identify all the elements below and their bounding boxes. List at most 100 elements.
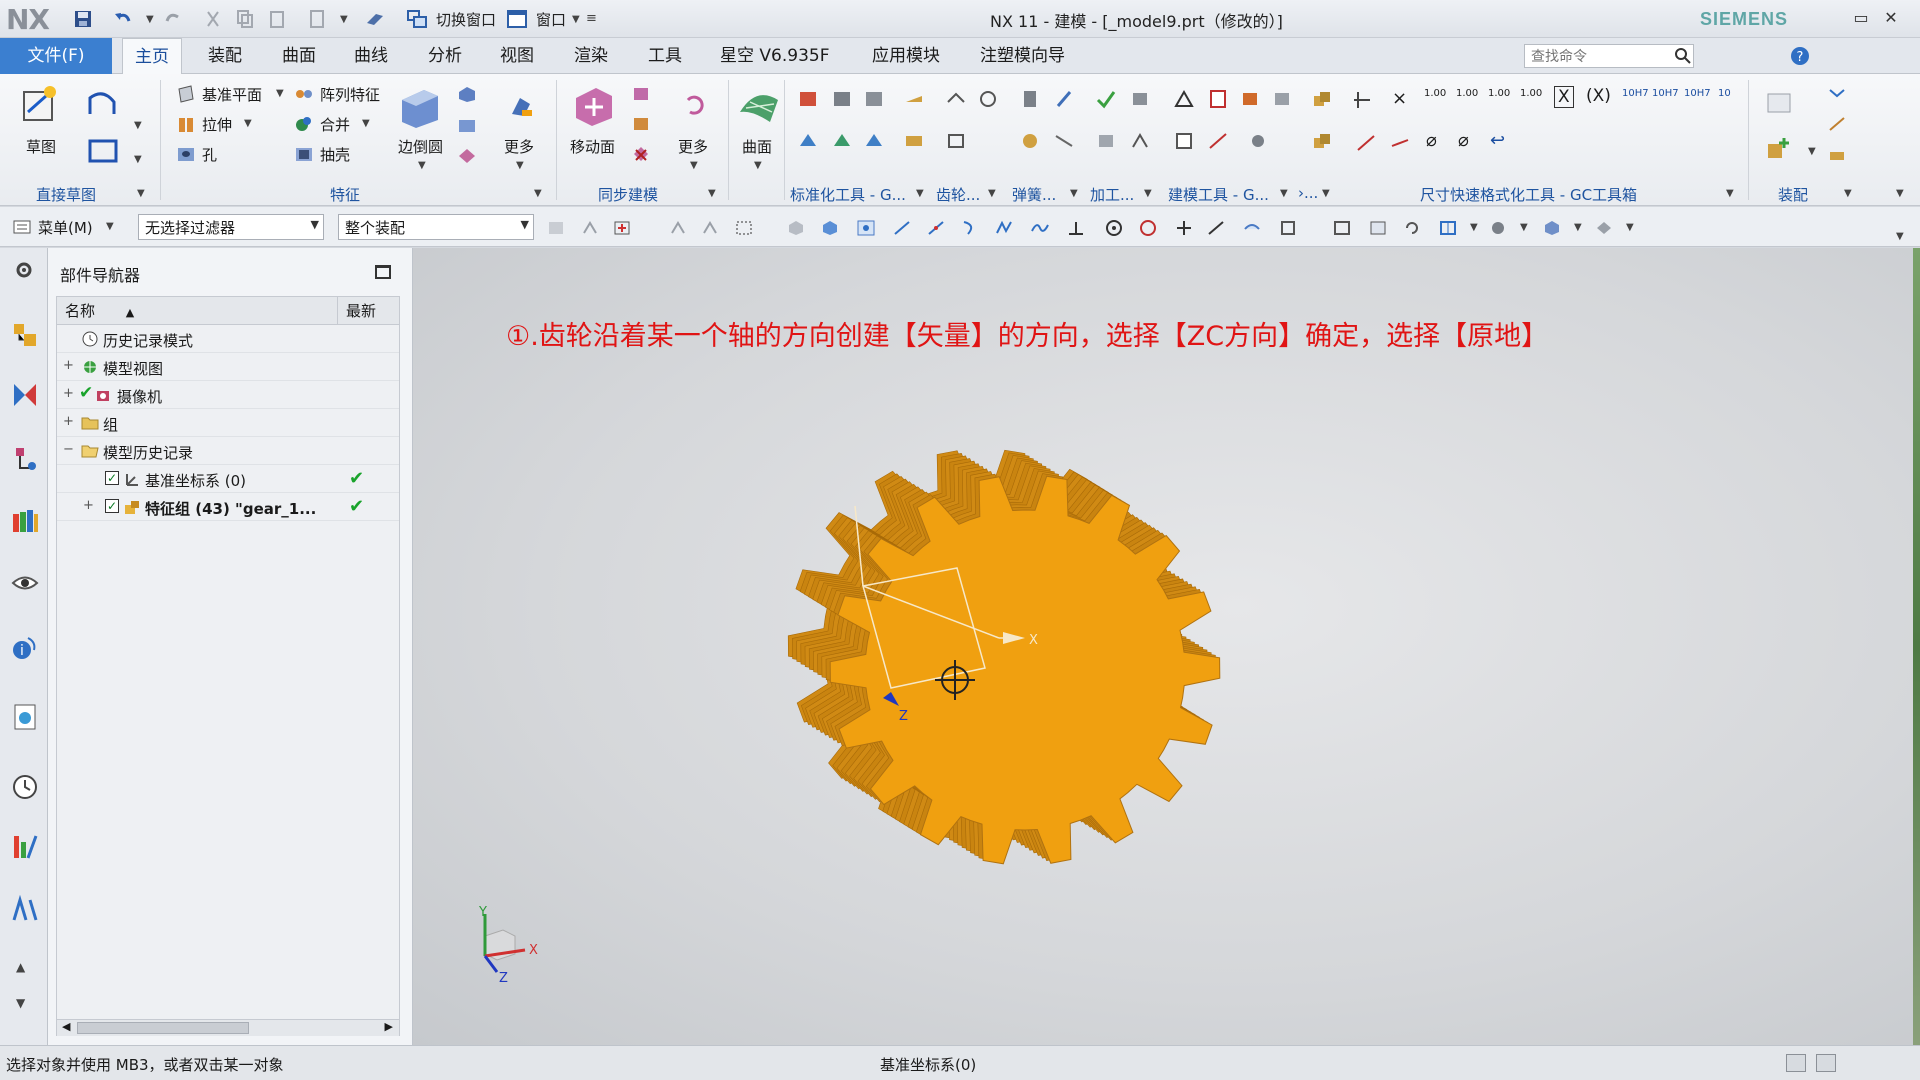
selection-scope-select[interactable]: 整个装配 ▼ <box>338 214 534 240</box>
extrude-dropdown[interactable]: ▼ <box>244 118 252 129</box>
status-tool-1-icon[interactable] <box>1786 1054 1806 1072</box>
assembly-tool-3-icon[interactable] <box>1826 144 1848 164</box>
menu-dropdown-icon[interactable]: ▼ <box>106 221 114 232</box>
gear-tool-3-icon[interactable] <box>944 130 968 152</box>
undo-icon[interactable] <box>112 8 134 30</box>
tab-view[interactable]: 视图 <box>488 38 546 74</box>
tree-row-feature-group[interactable]: + ✓ 特征组 (43) "gear_1... ✔ <box>57 493 399 521</box>
shell-icon[interactable] <box>294 144 314 164</box>
machining-tool-2-icon[interactable] <box>1128 88 1152 110</box>
gear-tool-1-icon[interactable] <box>944 88 968 110</box>
menu-button[interactable]: 菜单(M) <box>38 217 93 238</box>
group-dim-tools[interactable]: 尺寸快速格式化工具 - GC工具箱 <box>1420 184 1637 205</box>
group-dim-tools-dropdown[interactable]: ▼ <box>1726 188 1734 199</box>
eye-icon[interactable] <box>10 568 40 598</box>
dim-fit-4-button[interactable]: 10 <box>1718 88 1731 99</box>
pattern-feature-icon[interactable] <box>294 84 314 104</box>
snap-intersection-icon[interactable] <box>994 219 1014 237</box>
move-component-icon[interactable] <box>1826 114 1848 134</box>
repeat-command-icon[interactable] <box>364 8 386 30</box>
more-sync-icon[interactable] <box>680 90 710 118</box>
spring-tool-4-icon[interactable] <box>1052 130 1076 152</box>
group-direct-sketch[interactable]: 直接草图 <box>36 184 96 205</box>
more-features-icon[interactable] <box>506 92 536 120</box>
spring-tool-3-icon[interactable] <box>1018 130 1042 152</box>
expand-icon[interactable]: + <box>63 414 74 429</box>
group-more[interactable]: ›... <box>1298 184 1318 202</box>
file-menu-tab[interactable]: 文件(F) <box>0 38 112 74</box>
modeling-tool-1-icon[interactable] <box>1172 88 1196 110</box>
hole-button[interactable]: 孔 <box>202 144 217 165</box>
view-triad[interactable]: Y X Z <box>463 906 543 986</box>
tab-applications[interactable]: 应用模块 <box>860 38 952 74</box>
tree-row-model-history[interactable]: − 模型历史记录 <box>57 437 399 465</box>
tab-mold-wizard[interactable]: 注塑模向导 <box>968 38 1077 74</box>
group-sync-modeling[interactable]: 同步建模 <box>598 184 658 205</box>
offset-region-icon[interactable] <box>630 114 652 134</box>
snap-quadrant-icon[interactable] <box>1138 219 1158 237</box>
group-machining[interactable]: 加工... <box>1090 184 1134 205</box>
tab-surface[interactable]: 曲面 <box>270 38 328 74</box>
help-icon[interactable]: ? <box>1790 46 1810 66</box>
assembly-tool-icon[interactable] <box>1310 88 1334 110</box>
cut-icon[interactable] <box>202 8 224 30</box>
group-std-tools-dropdown[interactable]: ▼ <box>916 188 924 199</box>
std-tool-8-icon[interactable] <box>902 130 926 152</box>
new-dropdown-icon[interactable]: ▼ <box>340 14 348 25</box>
web-browser-icon[interactable] <box>10 702 40 732</box>
move-face-icon[interactable] <box>570 82 618 130</box>
close-window-button[interactable]: ✕ <box>1880 8 1902 28</box>
full-screen-icon[interactable] <box>1816 1054 1836 1072</box>
pull-face-icon[interactable] <box>630 84 652 104</box>
window-dropdown-icon[interactable]: ▼ <box>572 14 580 25</box>
history-clock-icon[interactable] <box>10 772 40 802</box>
collapse-icon[interactable]: − <box>63 442 74 457</box>
tree-row-groups[interactable]: + 组 <box>57 409 399 437</box>
dim-fit-1-button[interactable]: 10H7 <box>1622 88 1649 99</box>
std-tool-2-icon[interactable] <box>830 88 854 110</box>
sel-tool-3-icon[interactable] <box>612 219 632 237</box>
dim-fit-3-button[interactable]: 10H7 <box>1684 88 1711 99</box>
modeling-tool-3-icon[interactable] <box>1238 88 1262 110</box>
group-direct-sketch-dropdown[interactable]: ▼ <box>137 188 145 199</box>
tab-curve[interactable]: 曲线 <box>342 38 400 74</box>
sel-face-icon[interactable] <box>820 219 840 237</box>
std-tool-6-icon[interactable] <box>830 130 854 152</box>
snap-arc-center-icon[interactable] <box>1104 219 1124 237</box>
snap-endpoint-icon[interactable] <box>892 219 912 237</box>
tree-row-datum-csys[interactable]: ✓ 基准坐标系 (0) ✔ <box>57 465 399 493</box>
render-style-icon[interactable] <box>1488 219 1508 237</box>
scroll-left-icon[interactable]: ◀ <box>62 1020 70 1033</box>
switch-window-icon[interactable] <box>406 8 428 30</box>
toolbar-options-dropdown[interactable]: ▼ <box>1896 231 1904 242</box>
modeling-tool-7-icon[interactable] <box>1246 130 1270 152</box>
shell-button[interactable]: 抽壳 <box>320 144 350 165</box>
tree-row-history-mode[interactable]: 历史记录模式 <box>57 325 399 353</box>
group-spring[interactable]: 弹簧... <box>1012 184 1056 205</box>
tree-row-model-views[interactable]: + 模型视图 <box>57 353 399 381</box>
dim-tol-1-button[interactable]: 1.00 <box>1424 88 1446 99</box>
info-icon[interactable]: i <box>10 632 40 662</box>
std-tool-5-icon[interactable] <box>796 130 820 152</box>
group-modeling-tools-dropdown[interactable]: ▼ <box>1280 188 1288 199</box>
group-gear-dropdown[interactable]: ▼ <box>988 188 996 199</box>
dim-delete-icon[interactable]: × <box>1392 88 1407 109</box>
group-gear[interactable]: 齿轮... <box>936 184 980 205</box>
redo-icon[interactable] <box>162 8 184 30</box>
gear-model[interactable]: X Z <box>763 408 1283 928</box>
rectangle-icon[interactable] <box>86 136 120 166</box>
group-feature[interactable]: 特征 <box>330 184 360 205</box>
group-sync-dropdown[interactable]: ▼ <box>708 188 716 199</box>
sketch-shape-more-icon[interactable]: ▼ <box>134 154 142 165</box>
copy-icon[interactable] <box>234 8 256 30</box>
add-component-icon[interactable] <box>1764 134 1794 162</box>
machining-tool-3-icon[interactable] <box>1094 130 1118 152</box>
chamfer-icon[interactable] <box>456 84 478 104</box>
dim-diameter-icon[interactable]: ⌀ <box>1426 130 1437 151</box>
modeling-tool-6-icon[interactable] <box>1206 130 1230 152</box>
snap-midpoint-icon[interactable] <box>926 219 946 237</box>
dim-align-icon[interactable] <box>1350 88 1374 110</box>
window-menu-label[interactable]: 窗口 <box>536 9 566 30</box>
expand-icon[interactable]: + <box>63 386 74 401</box>
more-sync-dropdown[interactable]: ▼ <box>690 160 698 171</box>
